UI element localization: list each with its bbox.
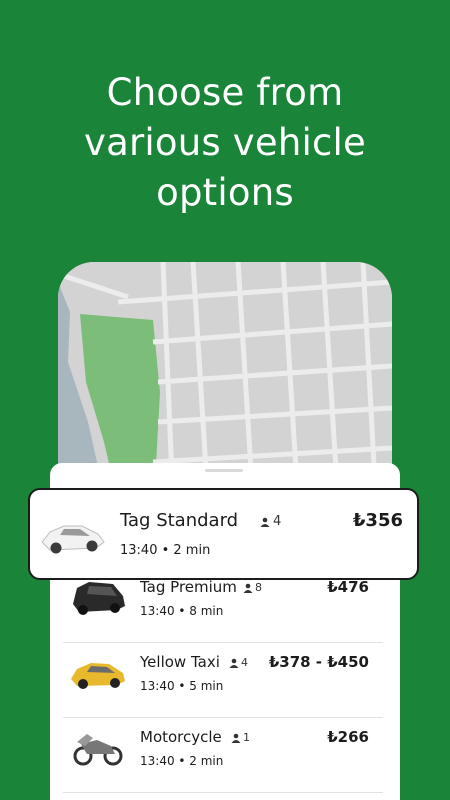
option-name: Tag Standard xyxy=(120,510,239,531)
option-eta: 13:40 • 2 min xyxy=(140,754,224,768)
option-eta: 13:40 • 2 min xyxy=(120,543,211,558)
capacity-value: 4 xyxy=(273,514,282,529)
headline: Choose from various vehicle options xyxy=(0,68,450,218)
person-icon xyxy=(229,658,239,668)
capacity: 4 xyxy=(260,514,281,529)
black-suv-icon xyxy=(73,582,125,615)
capacity-value: 1 xyxy=(243,731,250,744)
vehicle-option-motorcycle[interactable]: Motorcycle 1 ₺266 13:40 • 2 min xyxy=(63,718,383,793)
vehicle-option-yellow-taxi[interactable]: Yellow Taxi 4 ₺378 - ₺450 13:40 • 5 min xyxy=(63,643,383,718)
white-sedan-icon xyxy=(41,525,105,554)
option-name: Motorcycle xyxy=(140,728,222,746)
headline-line-1: Choose from xyxy=(106,71,344,114)
person-icon xyxy=(243,583,253,593)
vehicle-option-tag-standard-selected[interactable]: Tag Standard 4 ₺356 13:40 • 2 min xyxy=(28,488,419,580)
option-price: ₺378 - ₺450 xyxy=(268,653,369,671)
person-icon xyxy=(231,733,241,743)
yellow-taxi-icon xyxy=(71,663,125,689)
option-name: Tag Premium xyxy=(140,578,237,596)
capacity: 8 xyxy=(243,581,262,594)
capacity: 4 xyxy=(229,656,248,669)
option-eta: 13:40 • 5 min xyxy=(140,679,224,693)
option-price: ₺356 xyxy=(352,510,403,531)
capacity-value: 4 xyxy=(241,656,248,669)
capacity-value: 8 xyxy=(255,581,262,594)
option-eta: 13:40 • 8 min xyxy=(140,604,224,618)
sheet-drag-handle[interactable] xyxy=(205,469,243,472)
option-name: Yellow Taxi xyxy=(140,653,220,671)
headline-line-2: various vehicle xyxy=(84,121,366,164)
motorcycle-icon xyxy=(73,734,123,766)
option-price: ₺476 xyxy=(327,578,369,596)
option-price: ₺266 xyxy=(327,728,369,746)
capacity: 1 xyxy=(231,731,250,744)
headline-line-3: options xyxy=(156,171,294,214)
person-icon xyxy=(260,517,270,527)
